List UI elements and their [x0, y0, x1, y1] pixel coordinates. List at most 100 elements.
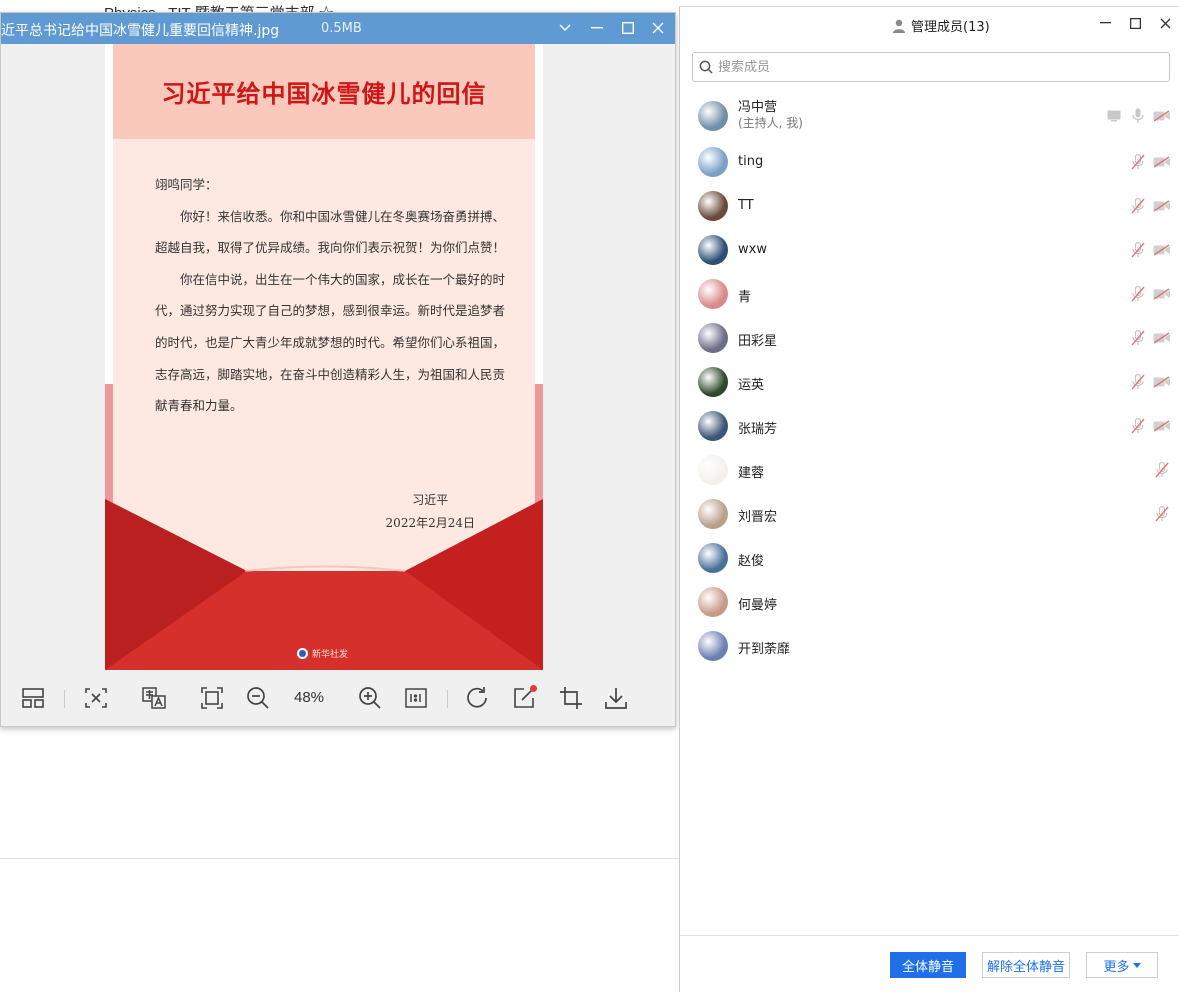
- layout-icon[interactable]: [19, 684, 47, 712]
- member-name: ting: [738, 154, 764, 169]
- microphone-muted-icon[interactable]: [1129, 153, 1147, 171]
- member-name: 何曼婷: [738, 598, 778, 613]
- member-name: 张瑞芳: [738, 422, 778, 437]
- member-row[interactable]: 建蓉: [680, 448, 1179, 492]
- camera-off-icon[interactable]: [1153, 285, 1171, 303]
- member-row[interactable]: 青: [680, 272, 1179, 316]
- member-role: (主持人, 我): [738, 116, 803, 130]
- member-row[interactable]: 张瑞芳: [680, 404, 1179, 448]
- microphone-muted-icon[interactable]: [1129, 285, 1147, 303]
- viewer-minimize-button[interactable]: [586, 17, 608, 39]
- zoom-out-icon[interactable]: [244, 684, 272, 712]
- member-row[interactable]: TT: [680, 184, 1179, 228]
- microphone-muted-icon[interactable]: [1129, 197, 1147, 215]
- translate-icon[interactable]: [140, 684, 168, 712]
- avatar: [698, 411, 728, 441]
- microphone-muted-icon[interactable]: [1129, 329, 1147, 347]
- member-row[interactable]: 开到荼靡: [680, 624, 1179, 668]
- member-name: TT: [738, 198, 754, 213]
- microphone-muted-icon[interactable]: [1153, 505, 1171, 523]
- microphone-muted-icon[interactable]: [1129, 373, 1147, 391]
- toolbar-separator: [447, 690, 448, 708]
- more-button-label: 更多: [1103, 959, 1130, 975]
- panel-maximize-button[interactable]: [1125, 13, 1145, 33]
- camera-off-icon[interactable]: [1153, 153, 1171, 171]
- camera-off-icon[interactable]: [1153, 329, 1171, 347]
- screen-share-icon[interactable]: [1105, 107, 1123, 125]
- member-status-icons: [1129, 373, 1171, 391]
- member-status-icons: [1129, 197, 1171, 215]
- camera-off-icon[interactable]: [1153, 107, 1171, 125]
- avatar: [698, 455, 728, 485]
- mute-all-button[interactable]: 全体静音: [890, 952, 966, 978]
- member-name: 建蓉: [738, 466, 765, 481]
- panel-close-button[interactable]: [1155, 13, 1175, 33]
- member-status-icons: [1129, 285, 1171, 303]
- member-status-icons: [1129, 329, 1171, 347]
- divider: [0, 858, 679, 859]
- panel-title-text: 管理成员(13): [911, 20, 990, 35]
- member-status-icons: [1129, 417, 1171, 435]
- avatar: [698, 235, 728, 265]
- image-canvas[interactable]: 习近平给中国冰雪健儿的回信 翊鸣同学： 你好！来信收悉。你和中国冰雪健儿在冬奥赛…: [1, 44, 675, 670]
- member-name: 田彩星: [738, 334, 778, 349]
- viewer-maximize-button[interactable]: [617, 17, 639, 39]
- xinhua-logo-icon: [297, 648, 308, 659]
- member-status-icons: [1153, 505, 1171, 523]
- member-row[interactable]: 赵俊: [680, 536, 1179, 580]
- member-row[interactable]: 运英: [680, 360, 1179, 404]
- member-management-panel: 管理成员(13) 冯中营(主持人, 我) ting TT wxw 青田彩星运英张瑞芳建蓉…: [679, 6, 1179, 992]
- camera-off-icon[interactable]: [1153, 197, 1171, 215]
- image-viewer-window: 近平总书记给中国冰雪健儿重要回信精神.jpg 0.5MB 习近平给中国冰雪健儿的…: [0, 12, 676, 727]
- panel-minimize-button[interactable]: [1095, 13, 1115, 33]
- avatar: [698, 191, 728, 221]
- member-row[interactable]: 田彩星: [680, 316, 1179, 360]
- viewer-dropdown-icon[interactable]: [554, 17, 576, 39]
- text-extract-icon[interactable]: [82, 684, 110, 712]
- download-icon[interactable]: [602, 684, 630, 712]
- microphone-muted-icon[interactable]: [1153, 461, 1171, 479]
- camera-off-icon[interactable]: [1153, 373, 1171, 391]
- avatar: [698, 101, 728, 131]
- zoom-in-icon[interactable]: [356, 684, 384, 712]
- zoom-level: 48%: [294, 689, 325, 706]
- camera-off-icon[interactable]: [1153, 241, 1171, 259]
- search-icon: [699, 60, 713, 74]
- unmute-all-button[interactable]: 解除全体静音: [982, 952, 1070, 978]
- avatar: [698, 499, 728, 529]
- viewer-filename: 近平总书记给中国冰雪健儿重要回信精神.jpg: [1, 23, 280, 39]
- panel-title: 管理成员(13): [892, 16, 990, 35]
- member-name: 开到荼靡: [738, 642, 791, 657]
- viewer-filesize: 0.5MB: [321, 21, 362, 36]
- panel-titlebar[interactable]: 管理成员(13): [680, 7, 1179, 40]
- envelope-graphic: [105, 499, 543, 670]
- member-row[interactable]: wxw: [680, 228, 1179, 272]
- actual-size-icon[interactable]: [402, 684, 430, 712]
- member-search-box[interactable]: [692, 52, 1170, 82]
- edit-icon[interactable]: [511, 684, 539, 712]
- member-row[interactable]: 冯中营 (主持人, 我): [680, 90, 1179, 140]
- avatar: [698, 279, 728, 309]
- viewer-close-button[interactable]: [647, 17, 669, 39]
- person-icon: [893, 19, 905, 33]
- microphone-muted-icon[interactable]: [1129, 417, 1147, 435]
- member-row[interactable]: ting: [680, 140, 1179, 184]
- member-status-icons: [1105, 107, 1171, 125]
- viewer-titlebar[interactable]: 近平总书记给中国冰雪健儿重要回信精神.jpg 0.5MB: [1, 13, 675, 44]
- camera-off-icon[interactable]: [1153, 417, 1171, 435]
- member-name: 运英: [738, 378, 765, 393]
- fit-screen-icon[interactable]: [198, 684, 226, 712]
- member-row[interactable]: 何曼婷: [680, 580, 1179, 624]
- member-row[interactable]: 刘晋宏: [680, 492, 1179, 536]
- xinhua-logo-text: 新华社发: [312, 650, 349, 660]
- microphone-icon[interactable]: [1129, 107, 1147, 125]
- desktop: Physics...TIT 暨教工第三党支部 ☆ 近平总书记给中国冰雪健儿重要回…: [0, 0, 1179, 992]
- crop-icon[interactable]: [557, 684, 585, 712]
- microphone-muted-icon[interactable]: [1129, 241, 1147, 259]
- member-search-input[interactable]: [718, 59, 1148, 75]
- rotate-icon[interactable]: [464, 684, 492, 712]
- panel-footer: 全体静音 解除全体静音 更多: [680, 935, 1179, 992]
- more-button[interactable]: 更多: [1086, 952, 1158, 978]
- member-list: 冯中营 (主持人, 我) ting TT wxw 青田彩星运英张瑞芳建蓉刘晋宏 赵俊何曼婷开…: [680, 90, 1179, 668]
- member-status-icons: [1153, 461, 1171, 479]
